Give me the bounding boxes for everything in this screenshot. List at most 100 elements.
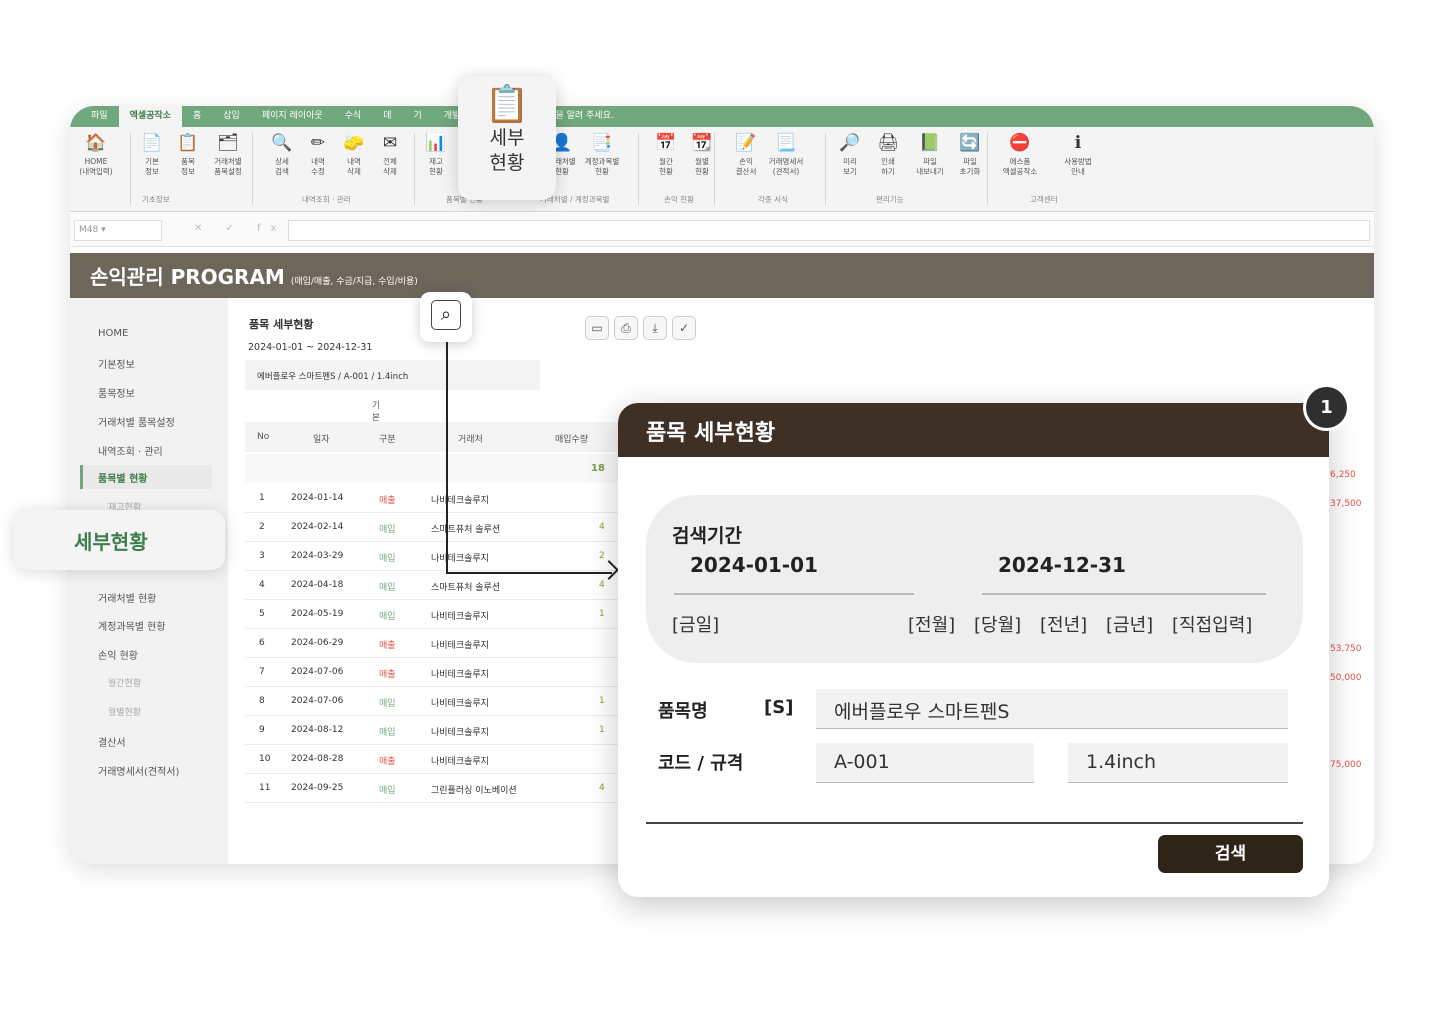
spec-field[interactable]: 1.4inch <box>1068 743 1288 783</box>
sidebar-item[interactable]: HOME <box>98 328 128 339</box>
dialog-title: 품목 세부현황 <box>618 403 1329 457</box>
table-row[interactable]: 3 2024-03-29 매입 나비테크솔루지 2 <box>245 542 620 571</box>
prev-month-button[interactable]: [전월] <box>908 611 955 637</box>
cell-date: 2024-08-12 <box>291 725 344 735</box>
ribbon-button[interactable]: 🧽 내역 삭제 <box>340 132 368 177</box>
ribbon-button-icon: 🧽 <box>343 133 365 153</box>
ribbon-toolbar: 🏠 HOME (내역입력) 📄 기본 정보 📋 품목 정보 🗂 거래처별 품목설정 🔍 상세 검색… <box>70 127 1374 212</box>
download-icon[interactable]: ⤓ <box>643 316 667 340</box>
col-type: 구분 <box>379 435 396 445</box>
ribbon-tab[interactable]: 수식 <box>334 106 373 127</box>
this-year-button[interactable]: [금년] <box>1106 611 1153 637</box>
ribbon-button[interactable]: 🖨 인쇄 하기 <box>874 132 902 177</box>
sidebar-item[interactable]: 거래처별 품목설정 <box>98 414 175 429</box>
sidebar-item[interactable]: 월간현황 <box>108 676 141 689</box>
ribbon-button[interactable]: ✏ 내역 수정 <box>304 132 332 177</box>
table-row[interactable]: 9 2024-08-12 매입 나비테크솔루지 1 <box>245 716 620 745</box>
this-month-button[interactable]: [당월] <box>974 611 1021 637</box>
ribbon-tab[interactable]: 파일 <box>80 106 119 127</box>
ribbon-button[interactable]: ✉ 전체 삭제 <box>376 132 404 177</box>
ribbon-button[interactable]: 🔄 파일 초기화 <box>956 132 984 177</box>
ribbon-tabbar: 파일엑셀공작소홈삽입페이지 레이아웃수식데기개발 도구♀ 수행할 작업을 알려 … <box>70 106 1374 127</box>
table-row[interactable]: 7 2024-07-06 매출 나비테크솔루지 <box>245 658 620 687</box>
cell-qty: 4 <box>599 783 605 793</box>
sidebar-item[interactable]: 거래처별 현황 <box>98 590 156 605</box>
sidebar-item[interactable]: 품목별 현황 <box>80 465 212 489</box>
detail-status-ribbon-button[interactable]: 📋 세부 현황 <box>458 76 556 200</box>
ribbon-button[interactable]: ⛔ 에스폼 엑셀공작소 <box>1000 132 1040 177</box>
sidebar-item[interactable]: 기본정보 <box>98 356 135 371</box>
ribbon-button[interactable]: 🏠 HOME (내역입력) <box>76 132 116 177</box>
ribbon-button[interactable]: 📆 월별 현황 <box>688 132 716 177</box>
cell-client: 나비테크솔루지 <box>431 612 489 622</box>
check-icon[interactable]: ✓ <box>672 316 696 340</box>
item-search-mode-button[interactable]: [S] <box>764 697 793 718</box>
sidebar-item[interactable]: 계정과목별 현황 <box>98 618 166 633</box>
sidebar-item[interactable]: 결산서 <box>98 734 126 749</box>
sidebar-item[interactable]: 품목정보 <box>98 385 135 400</box>
cell-client: 스마트퓨처 솔루션 <box>431 583 501 593</box>
today-button[interactable]: [금일] <box>672 611 719 637</box>
start-date-field[interactable]: 2024-01-01 <box>690 553 818 577</box>
monitor-icon[interactable]: ▭ <box>585 316 609 340</box>
ribbon-button[interactable]: 📄 기본 정보 <box>138 132 166 177</box>
table-row[interactable]: 6 2024-06-29 매출 나비테크솔루지 <box>245 629 620 658</box>
ribbon-tab[interactable]: 기 <box>402 106 432 127</box>
prev-year-button[interactable]: [전년] <box>1040 611 1087 637</box>
ribbon-button[interactable]: 📋 품목 정보 <box>174 132 202 177</box>
ribbon-group-separator <box>414 133 415 205</box>
end-date-field[interactable]: 2024-12-31 <box>998 553 1126 577</box>
ribbon-button[interactable]: ℹ 사용방법 안내 <box>1058 132 1098 177</box>
sidebar-item[interactable]: 월별현황 <box>108 705 141 718</box>
printer-icon[interactable]: ⎙ <box>614 316 638 340</box>
ribbon-button[interactable]: 🔍 상세 검색 <box>268 132 296 177</box>
ribbon-button[interactable]: 🗂 거래처별 품목설정 <box>214 132 242 177</box>
ribbon-tab[interactable]: 페이지 레이아웃 <box>251 106 334 127</box>
cell-client: 나비테크솔루지 <box>431 670 489 680</box>
ribbon-button[interactable]: 📃 거래명세서 (견적서) <box>766 132 806 177</box>
ribbon-tab[interactable]: 엑셀공작소 <box>118 106 182 127</box>
formula-input[interactable] <box>288 220 1370 241</box>
table-row[interactable]: 5 2024-05-19 매입 나비테크솔루지 1 <box>245 600 620 629</box>
sidebar-item-detail-status-highlight[interactable]: 세부현황 <box>14 510 225 570</box>
ribbon-button-icon: 📗 <box>919 133 941 153</box>
ribbon-button-icon: 🗂 <box>217 133 239 153</box>
name-box[interactable]: M48 ▾ <box>74 220 162 241</box>
cell-date: 2024-07-06 <box>291 696 344 706</box>
table-row[interactable]: 11 2024-09-25 매입 그린플러싱 이노베이션 4 <box>245 774 620 803</box>
ribbon-button-icon: 📑 <box>591 133 613 153</box>
connector-line-horizontal <box>446 572 612 574</box>
banner-title: 손익관리 PROGRAM <box>90 265 285 289</box>
ribbon-button[interactable]: 📑 계정과목별 현황 <box>582 132 622 177</box>
table-row[interactable]: 10 2024-08-28 매출 나비테크솔루지 <box>245 745 620 774</box>
ribbon-button[interactable]: 📅 월간 현황 <box>652 132 680 177</box>
code-field[interactable]: A-001 <box>816 743 1034 783</box>
cell-qty: 1 <box>599 609 605 619</box>
ribbon-tab[interactable]: 삽입 <box>212 106 251 127</box>
sidebar-item[interactable]: 거래명세서(견적서) <box>98 763 179 778</box>
cell-type: 매입 <box>379 612 396 622</box>
ribbon-button[interactable]: 📝 손익 결산서 <box>732 132 760 177</box>
custom-input-button[interactable]: [직접입력] <box>1172 611 1252 637</box>
dialog-divider <box>646 822 1303 824</box>
ribbon-button-label: 사용방법 안내 <box>1064 157 1092 176</box>
ribbon-tab[interactable]: 홈 <box>182 106 212 127</box>
table-row[interactable]: 8 2024-07-06 매입 나비테크솔루지 1 <box>245 687 620 716</box>
cell-no: 11 <box>259 783 271 793</box>
connector-line-vertical <box>446 342 448 574</box>
table-row[interactable]: 1 2024-01-14 매출 나비테크솔루지 <box>245 484 620 513</box>
ribbon-button[interactable]: 📊 재고 현황 <box>422 132 450 177</box>
search-popup-button[interactable]: ⌕ <box>420 292 472 342</box>
ribbon-button-label: HOME (내역입력) <box>79 157 113 176</box>
ribbon-tab[interactable]: 데 <box>372 106 402 127</box>
search-button[interactable]: 검색 <box>1158 835 1303 873</box>
sidebar-item[interactable]: 내역조회 · 관리 <box>98 443 163 458</box>
item-name-field[interactable]: 에버플로우 스마트펜S <box>816 689 1288 729</box>
start-date-underline <box>674 593 914 595</box>
ribbon-button[interactable]: 🔎 미리 보기 <box>836 132 864 177</box>
table-row[interactable]: 2 2024-02-14 매입 스마트퓨처 솔루션 4 <box>245 513 620 542</box>
ribbon-button[interactable]: 📗 파일 내보내기 <box>916 132 944 177</box>
program-banner: 손익관리 PROGRAM (매입/매출, 수금/지급, 수입/비용) <box>70 253 1374 298</box>
table-row[interactable]: 4 2024-04-18 매입 스마트퓨처 솔루션 4 <box>245 571 620 600</box>
sidebar-item[interactable]: 손익 현황 <box>98 647 138 662</box>
